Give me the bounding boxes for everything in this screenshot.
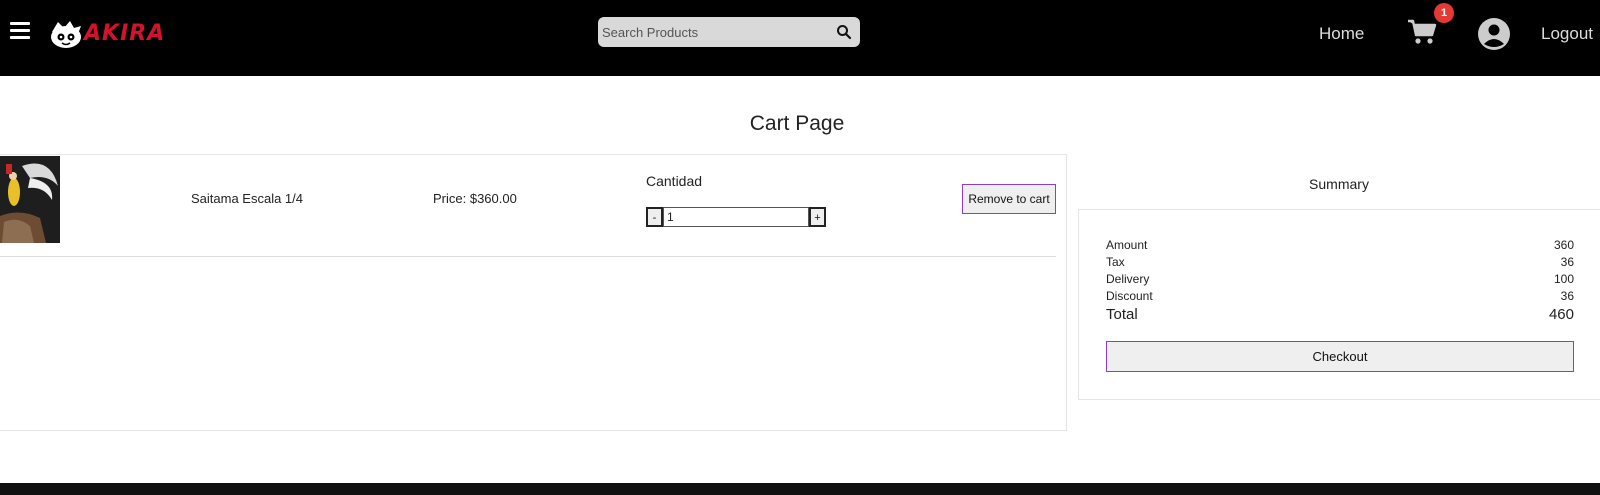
quantity-label: Cantidad [646,173,703,189]
summary-row-discount: Discount 36 [1106,289,1574,303]
search-bar [598,17,860,47]
quantity-input[interactable] [663,207,809,227]
cart-item-row: Saitama Escala 1/4 Price: $360.00 Cantid… [0,155,1056,257]
summary-label: Discount [1106,289,1153,303]
summary-label: Delivery [1106,272,1150,286]
product-image [0,156,60,243]
mascot-logo-icon [51,21,81,48]
order-summary-panel: Amount 360 Tax 36 Delivery 100 Discount … [1078,209,1600,400]
summary-value: 36 [1560,255,1574,269]
summary-label: Tax [1106,255,1125,269]
summary-row-delivery: Delivery 100 [1106,272,1574,286]
checkout-button[interactable]: Checkout [1106,341,1574,372]
cart-icon[interactable] [1407,18,1437,46]
summary-row-total: Total 460 [1106,306,1574,323]
user-avatar-icon[interactable] [1478,18,1510,50]
summary-value: 36 [1560,289,1574,303]
summary-title: Summary [1309,176,1369,192]
increase-quantity-button[interactable]: + [809,207,826,227]
summary-row-amount: Amount 360 [1106,238,1574,252]
product-price: Price: $360.00 [433,191,517,206]
top-navbar: AKIRA Home 1 Logout [0,0,1600,76]
cart-count-badge: 1 [1434,3,1454,23]
summary-total-label: Total [1106,306,1138,323]
summary-label: Amount [1106,238,1148,252]
summary-value: 360 [1553,238,1574,252]
logo-wordmark: AKIRA [84,21,166,46]
cart-items-panel: Saitama Escala 1/4 Price: $360.00 Cantid… [0,154,1067,431]
quantity-stepper: - + [646,207,830,229]
menu-icon[interactable] [10,22,30,40]
summary-value: 100 [1553,272,1574,286]
site-logo[interactable]: AKIRA [48,18,164,50]
product-name[interactable]: Saitama Escala 1/4 [191,191,303,206]
figure-thumbnail [0,156,60,243]
logout-link[interactable]: Logout [1541,24,1593,44]
search-icon[interactable] [836,24,852,40]
page-footer [0,483,1600,495]
remove-from-cart-button[interactable]: Remove to cart [962,184,1056,214]
summary-total-value: 460 [1548,306,1574,323]
nav-home-link[interactable]: Home [1319,24,1364,44]
summary-row-tax: Tax 36 [1106,255,1574,269]
decrease-quantity-button[interactable]: - [646,207,663,227]
search-input[interactable] [600,17,822,47]
page-title: Cart Page [749,112,845,135]
